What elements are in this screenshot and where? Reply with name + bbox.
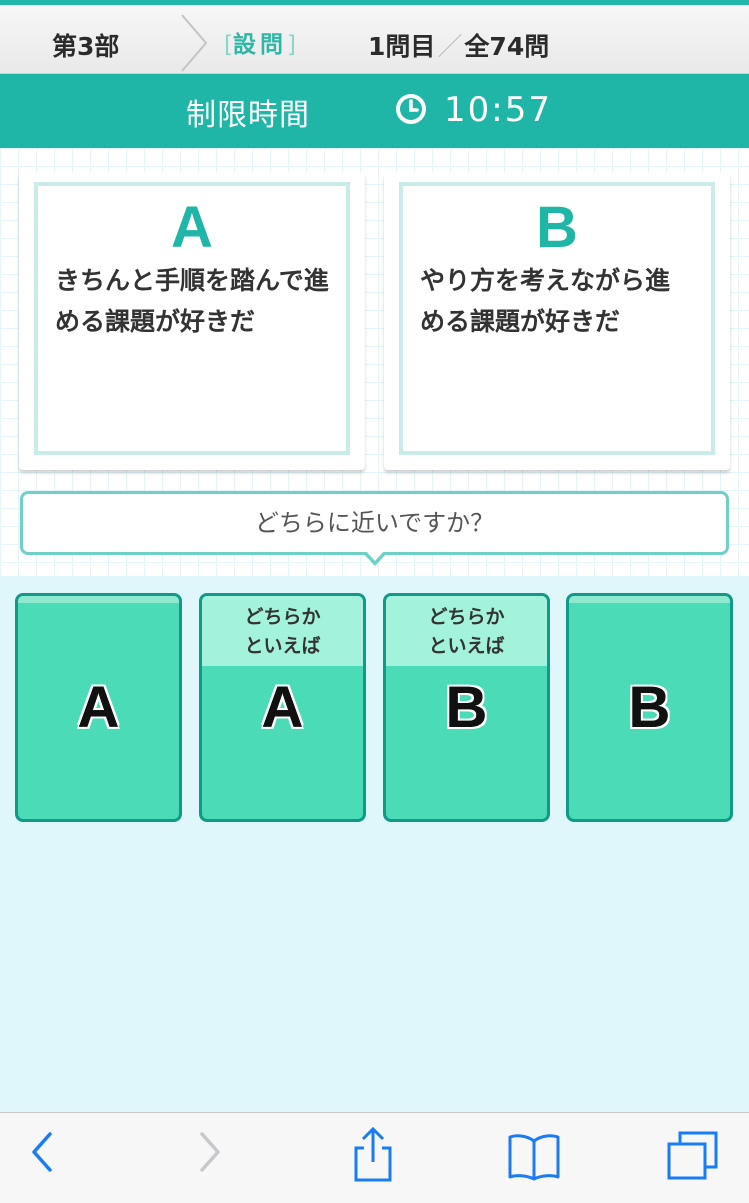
clock-icon — [396, 94, 426, 124]
statement-b-letter: B — [536, 195, 578, 260]
back-icon[interactable] — [28, 1130, 56, 1174]
breadcrumb-separator-icon — [181, 14, 208, 72]
answer-somewhat-a-qualifier: どちらか といえば — [202, 596, 363, 666]
statement-card-a: A きちんと手順を踏んで進める課題が好きだ — [19, 172, 365, 470]
progress-header: 第3部 [設問] 1問目／全74問 — [0, 0, 749, 74]
answer-button-somewhat-b[interactable]: どちらか といえば B — [383, 593, 550, 822]
timer-bar: 制限時間 10:57 — [0, 74, 749, 148]
answer-b-label: B — [628, 675, 671, 740]
bookmarks-icon[interactable] — [506, 1133, 562, 1181]
statement-a-letter: A — [171, 195, 213, 260]
answer-button-a[interactable]: A — [15, 593, 182, 822]
tabs-icon[interactable] — [666, 1130, 720, 1182]
answer-button-somewhat-a[interactable]: どちらか といえば A — [199, 593, 366, 822]
answer-somewhat-b-label: B — [445, 675, 488, 740]
answer-somewhat-a-qualifier-line1: どちらか — [244, 606, 321, 628]
answer-somewhat-a-qualifier-line2: といえば — [244, 635, 321, 657]
section-badge-label: 設問 — [232, 32, 287, 58]
question-counter: 1問目／全74問 — [368, 32, 550, 61]
question-total: 全74問 — [464, 32, 550, 61]
statement-card-b: B やり方を考えながら進める課題が好きだ — [384, 172, 730, 470]
statement-a-text: きちんと手順を踏んで進める課題が好きだ — [55, 266, 329, 336]
answer-a-label: A — [77, 675, 120, 740]
section-badge: [設問] — [224, 32, 296, 58]
question-prompt: どちらに近いですか？ — [20, 491, 729, 555]
forward-icon[interactable] — [196, 1130, 224, 1174]
question-current: 1問目 — [368, 32, 436, 61]
answer-somewhat-b-qualifier-line2: といえば — [428, 635, 505, 657]
timer-label: 制限時間 — [186, 98, 310, 133]
timer-value: 10:57 — [444, 90, 552, 130]
answer-somewhat-b-qualifier-line1: どちらか — [428, 606, 505, 628]
share-icon[interactable] — [350, 1126, 396, 1184]
statement-b-text: やり方を考えながら進める課題が好きだ — [420, 266, 671, 336]
answer-somewhat-b-qualifier: どちらか といえば — [386, 596, 547, 666]
answer-somewhat-a-label: A — [261, 675, 304, 740]
answer-button-b[interactable]: B — [566, 593, 733, 822]
question-prompt-tail-inner — [366, 551, 384, 561]
part-label: 第3部 — [52, 32, 120, 61]
